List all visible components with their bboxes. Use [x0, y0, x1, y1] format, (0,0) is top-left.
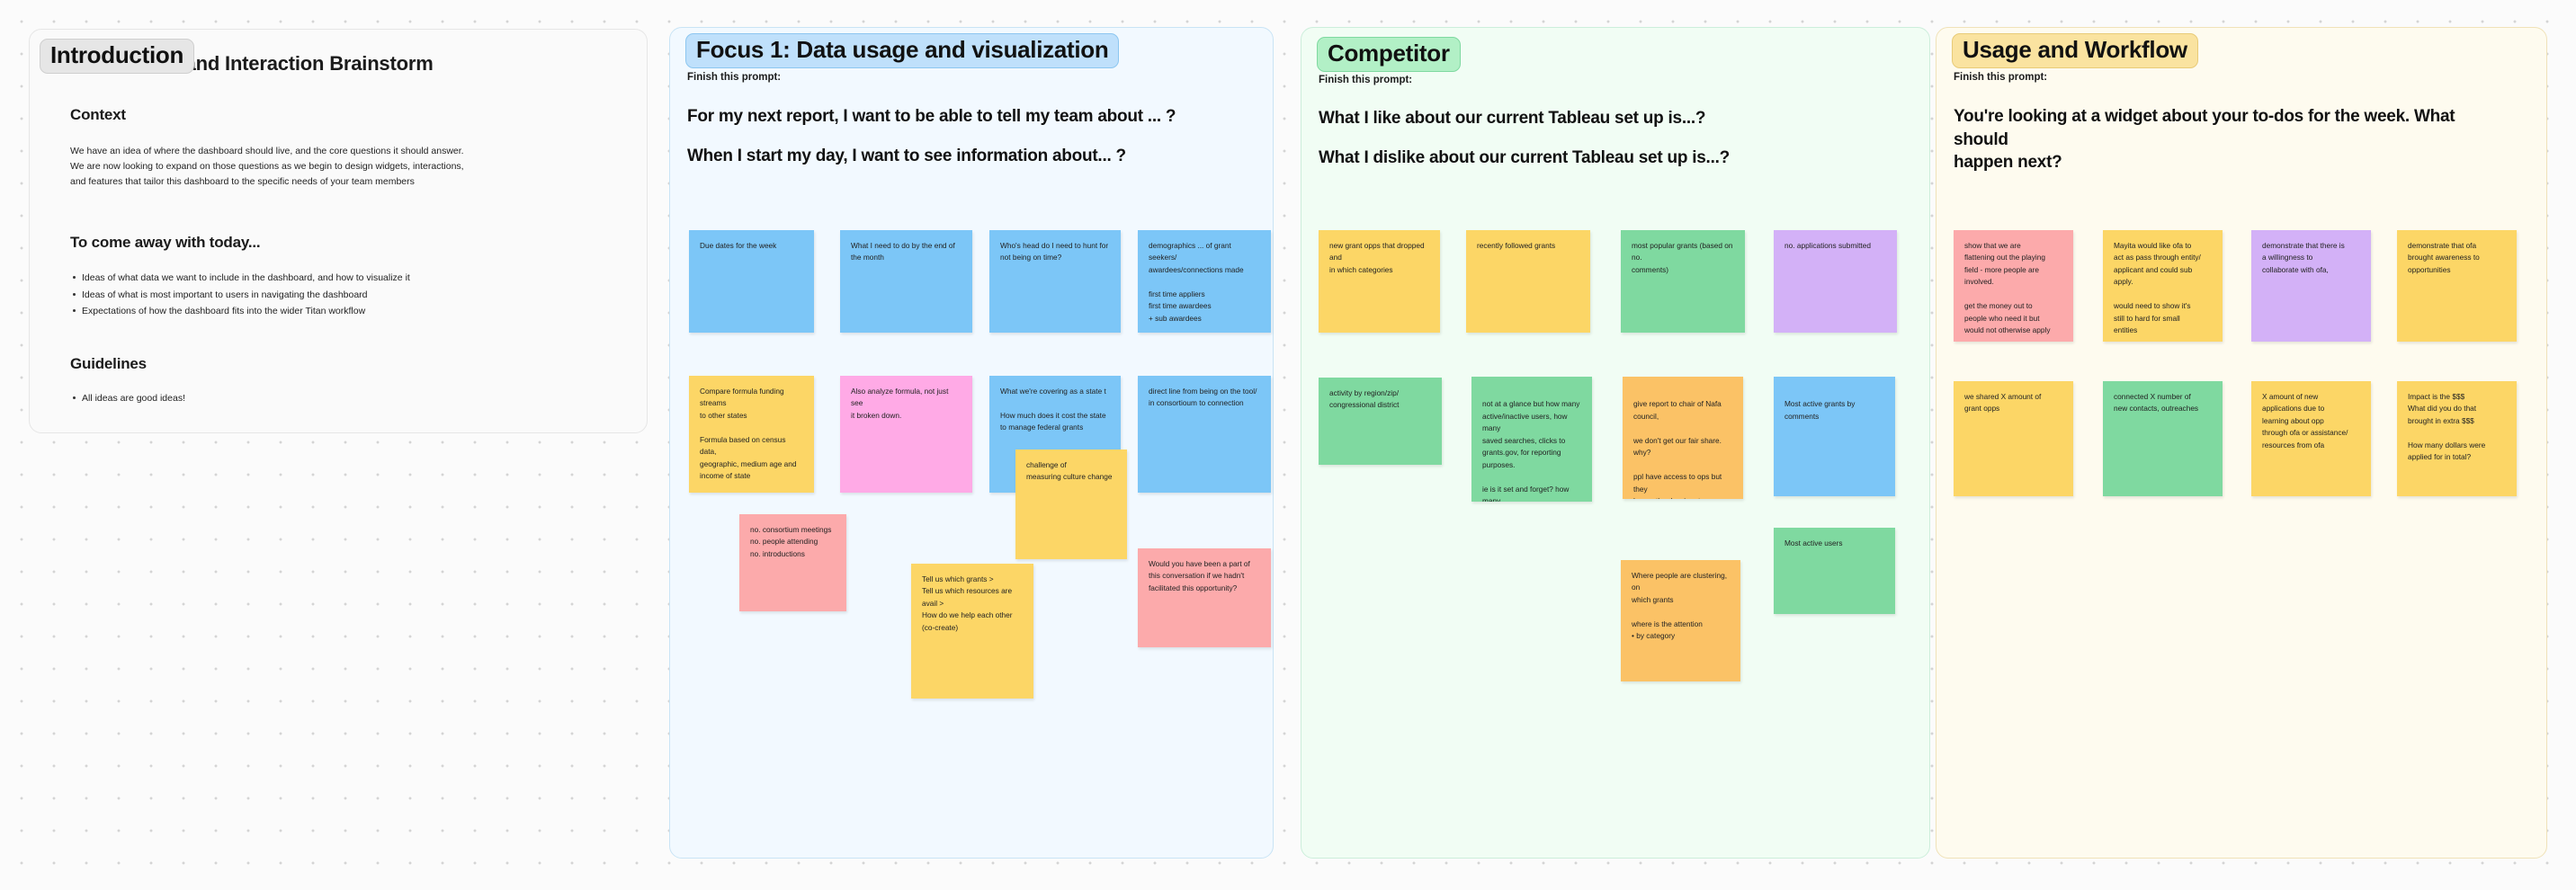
sticky-note[interactable]: connected X number of new contacts, outr…: [2103, 381, 2223, 496]
sticky-note[interactable]: direct line from being on the tool/ in c…: [1138, 376, 1271, 493]
sticky-note[interactable]: no. applications submitted: [1774, 230, 1897, 333]
sticky-note-text: not at a glance but how many active/inac…: [1482, 399, 1580, 502]
competitor-finish-label: Finish this prompt:: [1319, 75, 1413, 85]
sticky-note[interactable]: we shared X amount of grant opps: [1954, 381, 2073, 496]
sticky-note[interactable]: challenge of measuring culture change: [1015, 449, 1127, 559]
sticky-note[interactable]: show that we are flattening out the play…: [1954, 230, 2073, 342]
focus1-prompt-1: For my next report, I want to be able to…: [687, 107, 1176, 126]
sticky-note[interactable]: Due dates for the week: [689, 230, 814, 333]
context-body: We have an idea of where the dashboard s…: [70, 146, 464, 187]
sticky-note[interactable]: What I need to do by the end of the mont…: [840, 230, 972, 333]
sticky-note[interactable]: Tell us which grants > Tell us which res…: [911, 564, 1033, 699]
sticky-note[interactable]: Impact is the $$$ What did you do that b…: [2397, 381, 2517, 496]
sticky-note[interactable]: activity by region/zip/ congressional di…: [1319, 378, 1442, 465]
section-pill-introduction[interactable]: Introduction: [40, 39, 195, 75]
sticky-note[interactable]: recently followed grants: [1466, 230, 1590, 333]
section-pill-usage[interactable]: Usage and Workflow: [1952, 33, 2198, 69]
usage-finish-label: Finish this prompt:: [1954, 72, 2048, 83]
list-item: Ideas of what is most important to users…: [70, 287, 574, 304]
sticky-note[interactable]: X amount of new applications due to lear…: [2251, 381, 2371, 496]
focus1-prompt-2: When I start my day, I want to see infor…: [687, 147, 1126, 165]
section-pill-competitor[interactable]: Competitor: [1317, 37, 1461, 73]
competitor-prompt-2: What I dislike about our current Tableau…: [1319, 148, 1730, 167]
sticky-note[interactable]: Who's head do I need to hunt for not bei…: [989, 230, 1121, 333]
sticky-note[interactable]: Also analyze formula, not just see it br…: [840, 376, 972, 493]
sticky-note[interactable]: Compare formula funding streams to other…: [689, 376, 814, 493]
takeaway-heading: To come away with today...: [70, 234, 261, 251]
takeaway-list: Ideas of what data we want to include in…: [70, 270, 574, 320]
sticky-note-text: give report to chair of Nafa council, we…: [1633, 399, 1722, 499]
sticky-note[interactable]: demonstrate that ofa brought awareness t…: [2397, 230, 2517, 342]
context-heading: Context: [70, 106, 126, 123]
list-item: All ideas are good ideas!: [70, 390, 574, 407]
sticky-note[interactable]: new grant opps that dropped and in which…: [1319, 230, 1440, 333]
sticky-note[interactable]: Most active users: [1774, 528, 1895, 614]
competitor-prompt-1: What I like about our current Tableau se…: [1319, 109, 1706, 128]
list-item: Ideas of what data we want to include in…: [70, 270, 574, 287]
sticky-note[interactable]: most popular grants (based on no. commen…: [1621, 230, 1745, 333]
focus1-finish-label: Finish this prompt:: [687, 72, 782, 83]
guidelines-list: All ideas are good ideas!: [70, 390, 574, 407]
sticky-note[interactable]: give report to chair of Nafa council, we…: [1623, 377, 1743, 499]
sticky-note[interactable]: Would you have been a part of this conve…: [1138, 548, 1271, 647]
list-item: Expectations of how the dashboard fits i…: [70, 303, 574, 320]
sticky-note[interactable]: not at a glance but how many active/inac…: [1471, 377, 1592, 502]
sticky-note[interactable]: Mayita would like ofa to act as pass thr…: [2103, 230, 2223, 342]
sticky-note[interactable]: no. consortium meetings no. people atten…: [739, 514, 846, 611]
guidelines-heading: Guidelines: [70, 355, 147, 372]
section-pill-focus1[interactable]: Focus 1: Data usage and visualization: [685, 33, 1120, 69]
sticky-note[interactable]: Most active grants by commentsSamuel Ben…: [1774, 377, 1895, 496]
usage-prompt-1: You're looking at a widget about your to…: [1954, 107, 2455, 173]
sticky-note-text: Most active grants by comments: [1784, 399, 1856, 421]
sticky-note[interactable]: demonstrate that there is a willingness …: [2251, 230, 2371, 342]
sticky-note[interactable]: demographics ... of grant seekers/ award…: [1138, 230, 1271, 333]
sticky-note[interactable]: Where people are clustering, on which gr…: [1621, 560, 1740, 681]
